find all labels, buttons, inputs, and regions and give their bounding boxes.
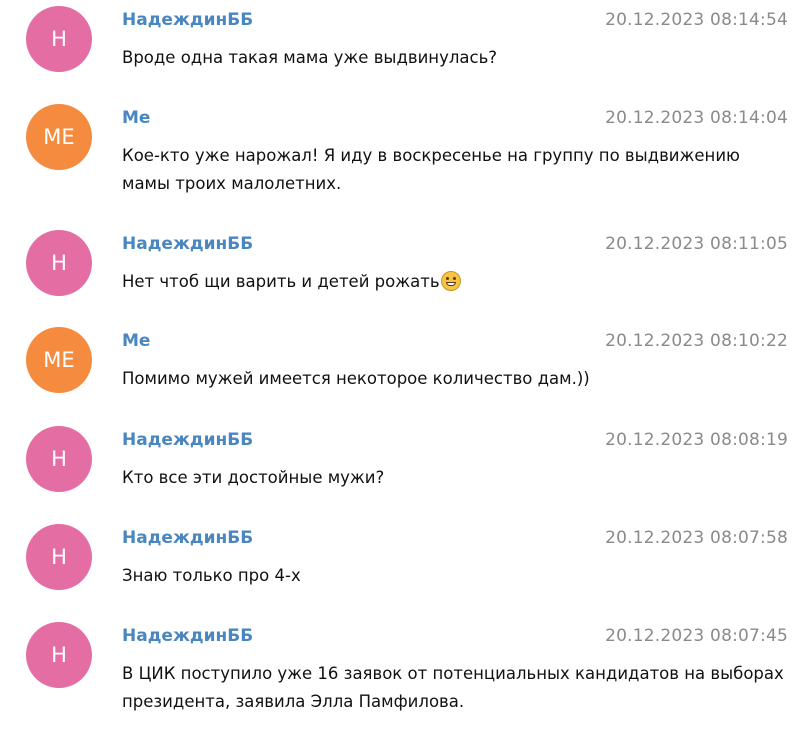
message-author[interactable]: НадеждинББ	[122, 10, 253, 30]
message-text: Вроде одна такая мама уже выдвинулась?	[122, 48, 498, 67]
message-timestamp: 20.12.2023 08:07:45	[605, 626, 788, 646]
message-author[interactable]: Me	[122, 331, 150, 351]
message-text: Кто все эти достойные мужи?	[122, 468, 385, 487]
message-timestamp: 20.12.2023 08:10:22	[605, 331, 788, 351]
message-author[interactable]: НадеждинББ	[122, 234, 253, 254]
message-timestamp: 20.12.2023 08:08:19	[605, 430, 788, 450]
message-text: Кое-кто уже нарожал! Я иду в воскресенье…	[122, 146, 740, 193]
avatar[interactable]: ME	[26, 104, 92, 170]
message-timestamp: 20.12.2023 08:14:04	[605, 108, 788, 128]
message-text: Помимо мужей имеется некоторое количеств…	[122, 369, 590, 388]
message-text: В ЦИК поступило уже 16 заявок от потенци…	[122, 664, 784, 711]
avatar[interactable]: Н	[26, 524, 92, 590]
message-timestamp: 20.12.2023 08:07:58	[605, 528, 788, 548]
avatar[interactable]: Н	[26, 426, 92, 492]
avatar[interactable]: Н	[26, 622, 92, 688]
avatar[interactable]: ME	[26, 327, 92, 393]
message-list: Н НадеждинББ 20.12.2023 08:14:54 Вроде о…	[0, 0, 800, 740]
message-timestamp: 20.12.2023 08:14:54	[605, 10, 788, 30]
message-author[interactable]: НадеждинББ	[122, 528, 253, 548]
message-timestamp: 20.12.2023 08:11:05	[605, 234, 788, 254]
message-author[interactable]: НадеждинББ	[122, 626, 253, 646]
message-text: Нет чтоб щи варить и детей рожать	[122, 268, 790, 296]
avatar[interactable]: Н	[26, 6, 92, 72]
message-author[interactable]: Me	[122, 108, 150, 128]
message-text-content: Нет чтоб щи варить и детей рожать	[122, 272, 440, 291]
grinning-face-emoji-icon	[440, 271, 461, 291]
avatar[interactable]: Н	[26, 230, 92, 296]
message-author[interactable]: НадеждинББ	[122, 430, 253, 450]
message-text: Знаю только про 4-х	[122, 566, 301, 585]
